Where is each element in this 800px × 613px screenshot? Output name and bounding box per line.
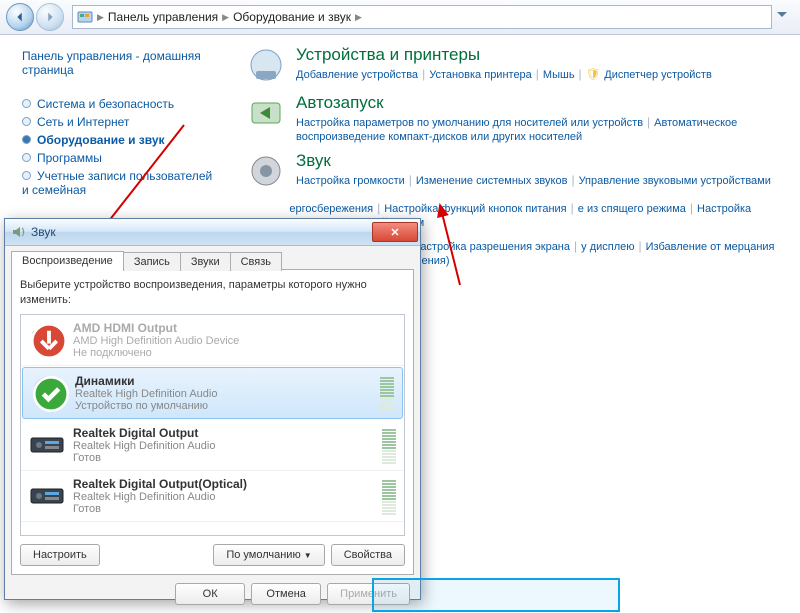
ok-button[interactable]: ОК <box>175 583 245 605</box>
set-default-button[interactable]: По умолчанию ▼ <box>213 544 324 566</box>
dialog-titlebar[interactable]: Звук ✕ <box>5 219 420 246</box>
tab[interactable]: Запись <box>123 252 181 271</box>
breadcrumb-item[interactable]: Панель управления <box>108 10 218 24</box>
task-link[interactable]: Настройка громкости <box>296 175 405 187</box>
task-link[interactable]: Настройка функций кнопок питания <box>384 203 566 215</box>
device-name: Realtek Digital Output <box>73 426 215 440</box>
hdmi-icon <box>29 321 65 357</box>
device-name: AMD HDMI Output <box>73 321 239 335</box>
device-driver: AMD High Definition Audio Device <box>73 335 239 347</box>
control-panel-icon <box>77 9 93 25</box>
device-driver: Realtek High Definition Audio <box>73 491 247 503</box>
device-status: Готов <box>73 452 215 464</box>
device-driver: Realtek High Definition Audio <box>75 388 217 400</box>
chevron-down-icon: ▼ <box>304 551 312 560</box>
device-item[interactable]: ДинамикиRealtek High Definition AudioУст… <box>22 367 403 419</box>
chevron-right-icon: ▶ <box>355 12 362 23</box>
speaker-icon <box>11 224 27 240</box>
task-link[interactable]: Изменение системных звуков <box>416 175 568 187</box>
shield-icon: 🛡 <box>586 67 605 81</box>
selection-rectangle <box>372 578 620 612</box>
tab-panel: Выберите устройство воспроизведения, пар… <box>11 269 414 575</box>
category-icon <box>246 93 286 133</box>
dropdown-history-button[interactable] <box>774 6 794 28</box>
category-title[interactable]: Автозапуск <box>296 93 790 113</box>
category: Автозапуск Настройка параметров по умолча… <box>246 93 790 143</box>
task-link[interactable]: Настройка параметров по умолчанию для но… <box>296 117 643 129</box>
breadcrumb[interactable]: ▶ Панель управления ▶ Оборудование и зву… <box>72 5 772 29</box>
panel-description: Выберите устройство воспроизведения, пар… <box>20 278 405 308</box>
task-link[interactable]: Установка принтера <box>429 69 532 81</box>
device-status: Готов <box>73 503 247 515</box>
category: Устройства и принтеры Добавление устройст… <box>246 45 790 85</box>
task-link[interactable]: е из спящего режима <box>578 203 686 215</box>
sidebar-item[interactable]: Программы <box>22 151 222 165</box>
device-item[interactable]: Realtek Digital OutputRealtek High Defin… <box>21 420 404 471</box>
task-links: Настройка громкости|Изменение системных … <box>296 173 771 187</box>
status-badge-icon <box>31 323 67 359</box>
chevron-right-icon: ▶ <box>97 12 104 23</box>
task-links: Добавление устройства|Установка принтера… <box>296 67 712 81</box>
address-bar: ▶ Панель управления ▶ Оборудование и зву… <box>0 0 800 35</box>
task-link[interactable]: Мышь <box>543 69 575 81</box>
task-link[interactable]: Диспетчер устройств <box>604 69 712 81</box>
sidebar-item[interactable]: Система и безопасность <box>22 97 222 111</box>
device-list[interactable]: AMD HDMI OutputAMD High Definition Audio… <box>20 314 405 536</box>
close-button[interactable]: ✕ <box>372 222 418 242</box>
device-status: Устройство по умолчанию <box>75 400 217 412</box>
cancel-button[interactable]: Отмена <box>251 583 321 605</box>
category-icon <box>246 151 286 191</box>
tab[interactable]: Связь <box>230 252 282 271</box>
device-item[interactable]: Realtek Digital Output(Optical)Realtek H… <box>21 471 404 522</box>
sidebar-item[interactable]: Сеть и Интернет <box>22 115 222 129</box>
level-meter <box>382 426 396 464</box>
task-link[interactable]: у дисплею <box>581 241 634 253</box>
task-links: Настройка параметров по умолчанию для но… <box>296 115 790 143</box>
category-title[interactable]: Звук <box>296 151 771 171</box>
receiver-icon <box>29 477 65 513</box>
configure-button[interactable]: Настроить <box>20 544 100 566</box>
properties-button[interactable]: Свойства <box>331 544 405 566</box>
device-driver: Realtek High Definition Audio <box>73 440 215 452</box>
sidebar-home-link[interactable]: Панель управления - домашняя страница <box>22 49 222 77</box>
task-link[interactable]: Добавление устройства <box>296 69 418 81</box>
device-name: Динамики <box>75 374 217 388</box>
speaker-icon <box>31 374 67 410</box>
forward-button[interactable] <box>36 3 64 31</box>
chevron-right-icon: ▶ <box>222 12 229 23</box>
sound-dialog: Звук ✕ ВоспроизведениеЗаписьЗвукиСвязь В… <box>4 218 421 600</box>
level-meter <box>382 477 396 515</box>
dialog-footer: ОК Отмена Применить <box>5 575 420 613</box>
device-name: Realtek Digital Output(Optical) <box>73 477 247 491</box>
task-link[interactable]: Настройка разрешения экрана <box>412 241 570 253</box>
status-badge-icon <box>33 376 69 412</box>
sidebar-item[interactable]: Оборудование и звук <box>22 133 222 147</box>
category-title[interactable]: Устройства и принтеры <box>296 45 712 65</box>
tab[interactable]: Воспроизведение <box>11 251 124 270</box>
back-button[interactable] <box>6 3 34 31</box>
category: Звук Настройка громкости|Изменение систем… <box>246 151 790 191</box>
level-meter <box>380 374 394 412</box>
task-link[interactable]: ергосбережения <box>289 203 373 215</box>
breadcrumb-item[interactable]: Оборудование и звук <box>233 10 351 24</box>
dialog-tabs: ВоспроизведениеЗаписьЗвукиСвязь <box>11 250 420 269</box>
sidebar-item[interactable]: Учетные записи пользователей и семейная <box>22 169 222 197</box>
task-link[interactable]: Управление звуковыми устройствами <box>579 175 771 187</box>
tab[interactable]: Звуки <box>180 252 231 271</box>
category-icon <box>246 45 286 85</box>
receiver-icon <box>29 426 65 462</box>
device-status: Не подключено <box>73 347 239 359</box>
device-item[interactable]: AMD HDMI OutputAMD High Definition Audio… <box>21 315 404 366</box>
dialog-title: Звук <box>31 225 56 239</box>
